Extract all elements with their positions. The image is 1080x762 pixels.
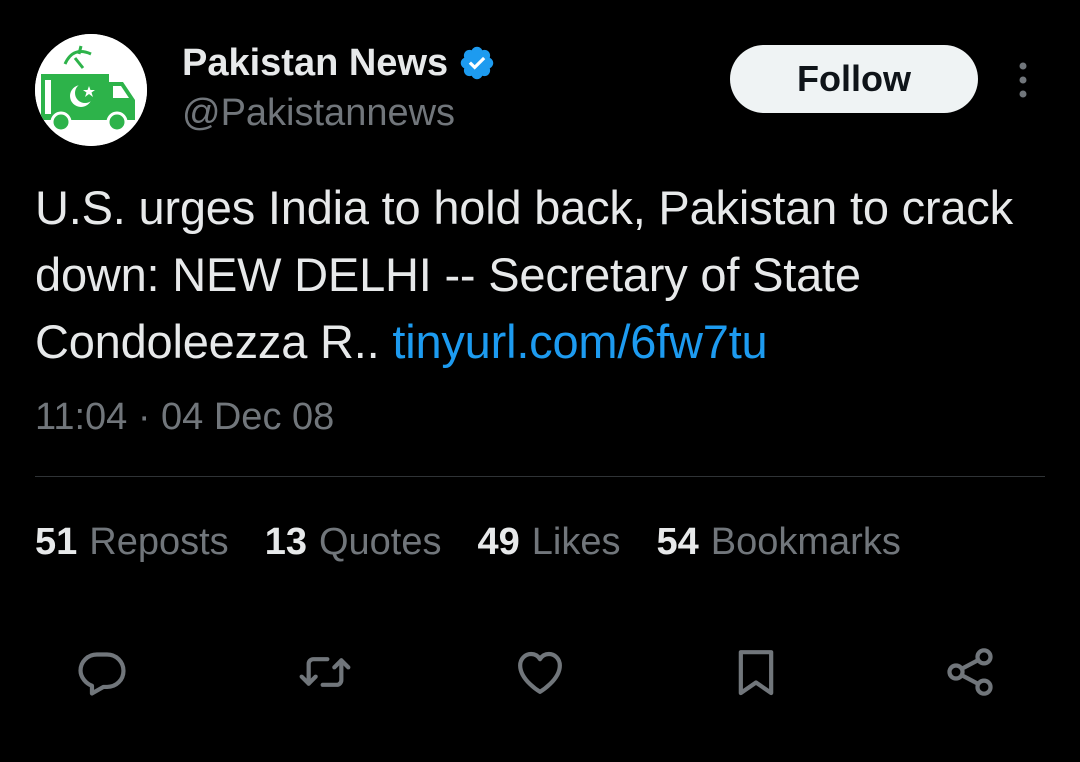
author-display-name[interactable]: Pakistan News — [182, 40, 448, 86]
bookmark-icon — [738, 650, 774, 696]
avatar[interactable] — [35, 34, 147, 146]
stat-label: Reposts — [89, 521, 229, 563]
author-handle[interactable]: @Pakistannews — [182, 90, 455, 136]
share-button[interactable] — [942, 644, 998, 700]
stat-count: 13 — [264, 521, 307, 563]
repost-icon — [299, 657, 351, 687]
stat-label: Likes — [531, 521, 621, 563]
tweet-text: U.S. urges India to hold back, Pakistan … — [35, 174, 1045, 375]
tweet-stats: 51 Reposts 13 Quotes 49 Likes 54 Bookmar… — [35, 516, 901, 568]
more-options-button[interactable] — [1008, 58, 1038, 102]
follow-button[interactable]: Follow — [730, 45, 978, 113]
verified-badge-icon — [460, 46, 494, 80]
author-name-row[interactable]: Pakistan News — [182, 40, 496, 86]
stat-likes[interactable]: 49 Likes — [478, 516, 621, 568]
stat-count: 51 — [35, 521, 78, 563]
share-icon — [947, 648, 993, 696]
reply-button[interactable] — [74, 644, 130, 700]
stat-quotes[interactable]: 13 Quotes — [265, 516, 442, 568]
repost-button[interactable] — [297, 644, 353, 700]
stat-label: Bookmarks — [710, 521, 901, 563]
like-button[interactable] — [512, 644, 568, 700]
stat-reposts[interactable]: 51 Reposts — [35, 516, 229, 568]
reply-icon — [78, 652, 126, 696]
more-vertical-icon — [1019, 62, 1027, 98]
divider — [35, 476, 1045, 477]
like-icon — [518, 651, 562, 694]
stat-bookmarks[interactable]: 54 Bookmarks — [657, 516, 901, 568]
tweet-timestamp[interactable]: 11:04 · 04 Dec 08 — [35, 392, 334, 442]
stat-count: 49 — [477, 521, 520, 563]
bookmark-button[interactable] — [728, 644, 784, 700]
tweet-link[interactable]: tinyurl.com/6fw7tu — [392, 315, 767, 368]
stat-count: 54 — [656, 521, 699, 563]
satellite-van-pakistan-flag-icon — [35, 34, 147, 146]
stat-label: Quotes — [318, 521, 442, 563]
